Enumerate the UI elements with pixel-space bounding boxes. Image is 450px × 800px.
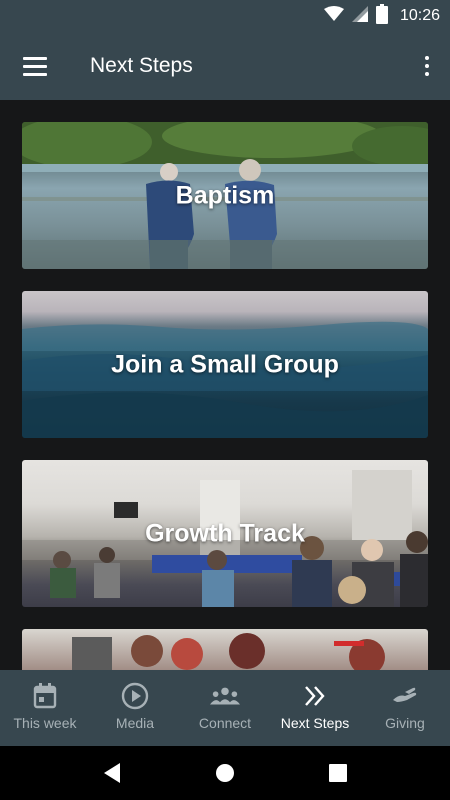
recents-icon[interactable] [324,760,352,786]
card-baptism[interactable]: Baptism [22,122,428,269]
home-icon[interactable] [211,760,239,786]
giving-hand-icon [390,682,420,710]
nav-giving[interactable]: Giving [360,670,450,746]
battery-icon [375,3,388,29]
double-chevron-right-icon [300,682,330,710]
nav-this-week[interactable]: This week [0,670,90,746]
next-steps-list: Baptism Join a Small Group Growth Track [0,100,450,670]
card-growth-track[interactable]: Growth Track [22,460,428,607]
hamburger-menu-icon[interactable] [18,52,52,80]
page-title: Next Steps [90,54,193,77]
card-label: Baptism [175,181,275,209]
nav-label: Giving [385,715,425,731]
next-step-image [72,633,385,670]
system-nav-bar [0,746,450,800]
back-icon[interactable] [98,760,126,786]
nav-label: Connect [198,715,252,731]
wifi-icon [323,5,344,27]
card-next-step[interactable] [22,629,428,670]
more-vert-icon[interactable] [418,52,436,80]
screen: 10:26 Next Steps Baptism Join a Small Gr… [0,0,450,800]
status-time: 10:26 [399,7,440,24]
signal-icon [351,5,368,27]
app-bar: Next Steps [0,32,450,100]
card-label: Growth Track [145,519,305,547]
card-join-small-group[interactable]: Join a Small Group [22,291,428,438]
status-icons: 10:26 [323,3,440,29]
calendar-icon [30,682,60,710]
bottom-nav: This week Media Connect Next Steps Givin… [0,670,450,746]
nav-connect[interactable]: Connect [180,670,270,746]
card-label: Join a Small Group [111,350,339,378]
people-group-icon [210,682,240,710]
play-circle-icon [120,682,150,710]
nav-next-steps[interactable]: Next Steps [270,670,360,746]
nav-label: Media [115,715,155,731]
nav-media[interactable]: Media [90,670,180,746]
status-bar: 10:26 [0,0,450,32]
nav-label: Next Steps [280,715,350,731]
nav-label: This week [13,715,77,731]
